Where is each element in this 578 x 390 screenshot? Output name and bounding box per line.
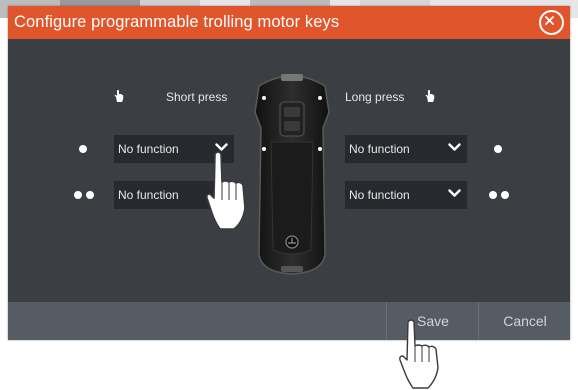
long-press-dropdown-1[interactable]: No function — [345, 135, 467, 163]
dropdown-value: No function — [118, 188, 179, 202]
dialog-titlebar: Configure programmable trolling motor ke… — [8, 6, 570, 39]
close-icon — [545, 16, 554, 25]
cancel-button[interactable]: Cancel — [478, 302, 571, 340]
chevron-down-icon — [448, 189, 461, 197]
double-press-indicator-right — [489, 191, 497, 199]
hand-press-icon — [425, 90, 435, 102]
trolling-motor-remote-image — [254, 74, 330, 275]
configure-keys-dialog: Configure programmable trolling motor ke… — [8, 6, 570, 340]
double-press-indicator-left — [86, 191, 94, 199]
single-press-indicator-right — [494, 145, 502, 153]
pointing-hand-outline-icon — [399, 319, 439, 389]
pointing-hand-icon — [206, 151, 246, 230]
dialog-title: Configure programmable trolling motor ke… — [14, 13, 340, 31]
close-button[interactable] — [539, 10, 564, 35]
hand-press-icon — [114, 90, 124, 102]
chevron-down-icon — [448, 143, 461, 151]
dropdown-value: No function — [349, 142, 410, 156]
dropdown-value: No function — [349, 188, 410, 202]
dropdown-value: No function — [118, 142, 179, 156]
long-press-dropdown-2[interactable]: No function — [345, 181, 467, 209]
dialog-footer: Save Cancel — [8, 302, 570, 340]
short-press-label: Short press — [166, 90, 228, 104]
double-press-indicator-right — [501, 191, 509, 199]
long-press-label: Long press — [345, 90, 405, 104]
single-press-indicator-left — [79, 145, 87, 153]
double-press-indicator-left — [74, 191, 82, 199]
